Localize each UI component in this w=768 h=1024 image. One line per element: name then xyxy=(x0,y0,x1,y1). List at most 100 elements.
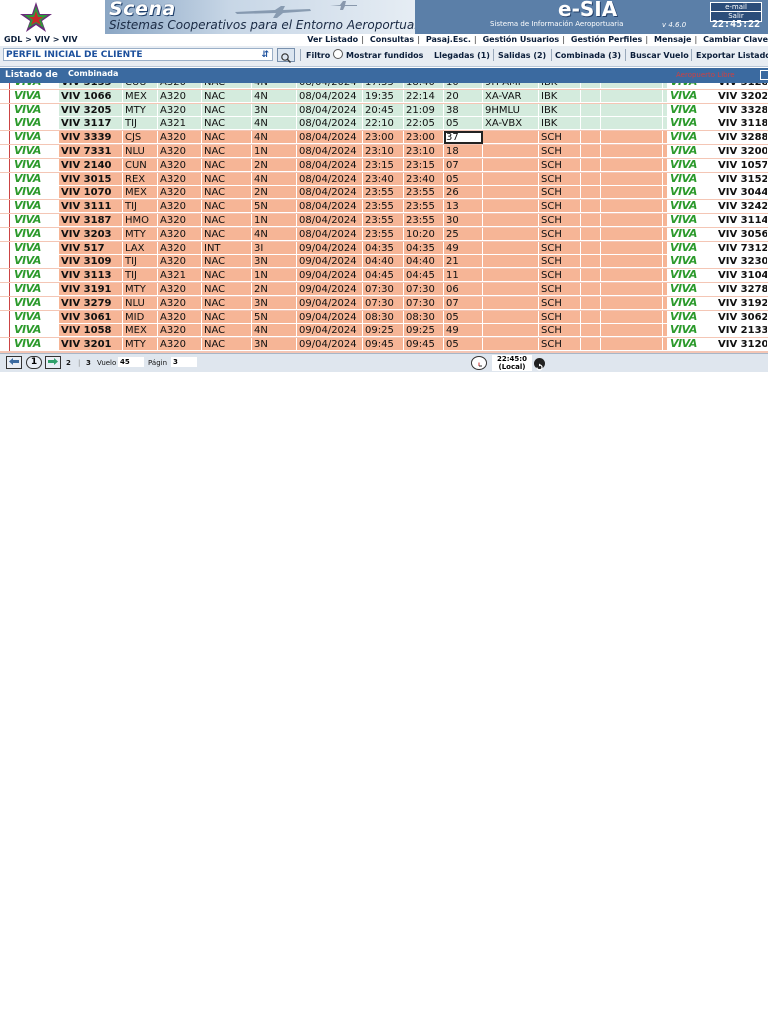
search-button[interactable] xyxy=(277,48,295,63)
cell-empty-cell[interactable] xyxy=(601,310,663,324)
cell-flight-number[interactable]: VIV 3279 xyxy=(59,296,123,310)
export-list-button[interactable]: Exportar Listado xyxy=(696,51,768,60)
cell-estimated-time[interactable]: 07:30 xyxy=(404,283,444,296)
cell-aircraft-type[interactable]: A320 xyxy=(158,172,202,186)
cell-empty-cell[interactable] xyxy=(601,172,663,186)
cell-estimated-time[interactable]: 04:35 xyxy=(404,241,444,255)
cell-aircraft-type[interactable]: A320 xyxy=(158,131,202,145)
cell-scheduled-time[interactable]: 19:35 xyxy=(363,89,404,103)
cell-date[interactable]: 08/04/2024 xyxy=(297,200,363,214)
cell-flight-number[interactable]: VIV 3203 xyxy=(59,227,123,241)
cell-flight-number[interactable]: VIV 3109 xyxy=(59,255,123,269)
cell-empty-cell[interactable] xyxy=(601,200,663,214)
cell-linked-flight[interactable]: VIV 3230 xyxy=(716,255,768,269)
cell-registration[interactable] xyxy=(483,200,539,214)
cell-registration[interactable] xyxy=(483,241,539,255)
menu-item-mensaje[interactable]: Mensaje xyxy=(654,35,691,44)
cell-scheduled-time[interactable]: 23:55 xyxy=(363,186,404,200)
cell-empty-cell[interactable] xyxy=(581,227,601,241)
cell-flight-type[interactable]: NAC xyxy=(202,255,252,269)
cell-flight-number[interactable]: VIV 7331 xyxy=(59,145,123,158)
cell-empty-cell[interactable] xyxy=(601,186,663,200)
cell-aircraft-type[interactable]: A320 xyxy=(158,83,202,89)
cell-aircraft-type[interactable]: A320 xyxy=(158,158,202,172)
cell-estimated-time[interactable]: 09:45 xyxy=(404,338,444,352)
cell-estimated-time[interactable]: 23:15 xyxy=(404,158,444,172)
cell-flight-number[interactable]: VIV 2140 xyxy=(59,158,123,172)
cell-empty-cell[interactable] xyxy=(581,255,601,269)
cell-flight-type[interactable]: NAC xyxy=(202,338,252,352)
cell-scheduled-time[interactable]: 17:55 xyxy=(363,83,404,89)
window-toggle-button[interactable] xyxy=(760,70,768,80)
cell-empty-cell[interactable] xyxy=(601,324,663,338)
cell-flight-number[interactable]: VIV 3117 xyxy=(59,117,123,131)
cell-destination[interactable]: MTY xyxy=(123,283,158,296)
cell-empty-cell[interactable] xyxy=(601,89,663,103)
cell-status[interactable]: IBK xyxy=(539,83,581,89)
cell-position[interactable]: 3N xyxy=(252,103,297,117)
cell-estimated-time[interactable]: 07:30 xyxy=(404,296,444,310)
cell-registration[interactable] xyxy=(483,227,539,241)
filter-label[interactable]: Filtro xyxy=(306,51,330,60)
cell-position[interactable]: 1N xyxy=(252,214,297,227)
menu-item-ver-listado[interactable]: Ver Listado xyxy=(307,35,358,44)
cell-scheduled-time[interactable]: 23:15 xyxy=(363,158,404,172)
cell-destination[interactable]: MID xyxy=(123,310,158,324)
cell-scheduled-time[interactable]: 23:40 xyxy=(363,172,404,186)
cell-status[interactable]: SCH xyxy=(539,158,581,172)
cell-gate[interactable]: 05 xyxy=(444,338,483,352)
cell-scheduled-time[interactable]: 23:55 xyxy=(363,214,404,227)
cell-empty-cell[interactable] xyxy=(581,200,601,214)
cell-scheduled-time[interactable]: 04:45 xyxy=(363,269,404,283)
cell-status[interactable]: SCH xyxy=(539,227,581,241)
cell-aircraft-type[interactable]: A320 xyxy=(158,324,202,338)
cell-position[interactable]: 5N xyxy=(252,310,297,324)
cell-gate[interactable]: 06 xyxy=(444,283,483,296)
cell-linked-flight[interactable]: VIV 3278 xyxy=(716,283,768,296)
cell-position[interactable]: 1N xyxy=(252,269,297,283)
cell-destination[interactable]: MTY xyxy=(123,103,158,117)
menu-item-pasaj-esc[interactable]: Pasaj.Esc. xyxy=(426,35,471,44)
cell-destination[interactable]: MEX xyxy=(123,186,158,200)
cell-estimated-time[interactable]: 10:20 xyxy=(404,227,444,241)
cell-aircraft-type[interactable]: A320 xyxy=(158,338,202,352)
cell-destination[interactable]: MTY xyxy=(123,338,158,352)
cell-destination[interactable]: NLU xyxy=(123,296,158,310)
cell-destination[interactable]: REX xyxy=(123,172,158,186)
cell-position[interactable]: 4N xyxy=(252,324,297,338)
cell-status[interactable]: SCH xyxy=(539,214,581,227)
cell-gate[interactable]: 07 xyxy=(444,296,483,310)
show-merged-radio[interactable] xyxy=(333,49,343,59)
cell-gate[interactable]: 26 xyxy=(444,186,483,200)
cell-registration[interactable]: 9H-AMP xyxy=(483,83,539,89)
cell-empty-cell[interactable] xyxy=(581,89,601,103)
cell-scheduled-time[interactable]: 09:25 xyxy=(363,324,404,338)
cell-linked-flight[interactable]: VIV 3056 xyxy=(716,227,768,241)
cell-flight-type[interactable]: NAC xyxy=(202,283,252,296)
cell-destination[interactable]: TIJ xyxy=(123,269,158,283)
cell-flight-type[interactable]: NAC xyxy=(202,296,252,310)
cell-linked-flight[interactable]: VIV 3192 xyxy=(716,296,768,310)
cell-position[interactable]: 2N xyxy=(252,158,297,172)
cell-estimated-time[interactable]: 23:10 xyxy=(404,145,444,158)
cell-registration[interactable] xyxy=(483,172,539,186)
cell-empty-cell[interactable] xyxy=(581,158,601,172)
cell-date[interactable]: 08/04/2024 xyxy=(297,158,363,172)
cell-empty-cell[interactable] xyxy=(601,269,663,283)
cell-flight-type[interactable]: NAC xyxy=(202,158,252,172)
cell-destination[interactable]: TIJ xyxy=(123,200,158,214)
search-flight-button[interactable]: Buscar Vuelo xyxy=(630,51,689,60)
cell-flight-type[interactable]: NAC xyxy=(202,83,252,89)
cell-aircraft-type[interactable]: A320 xyxy=(158,200,202,214)
table-row[interactable]: VIVA VIV 3061 MID A320 NAC 5N 09/04/2024 08:30 0… xyxy=(0,310,768,324)
cell-linked-flight[interactable]: VIV 3200 xyxy=(716,145,768,158)
cell-aircraft-type[interactable]: A320 xyxy=(158,89,202,103)
cell-flight-type[interactable]: NAC xyxy=(202,117,252,131)
cell-flight-number[interactable]: VIV 3339 xyxy=(59,131,123,145)
cell-scheduled-time[interactable]: 09:45 xyxy=(363,338,404,352)
cell-status[interactable]: SCH xyxy=(539,241,581,255)
cell-scheduled-time[interactable]: 23:55 xyxy=(363,227,404,241)
table-row[interactable]: VIVA VIV 1058 MEX A320 NAC 4N 09/04/2024 09:25 0… xyxy=(0,324,768,338)
cell-registration[interactable] xyxy=(483,296,539,310)
cell-flight-number[interactable]: VIV 3111 xyxy=(59,200,123,214)
